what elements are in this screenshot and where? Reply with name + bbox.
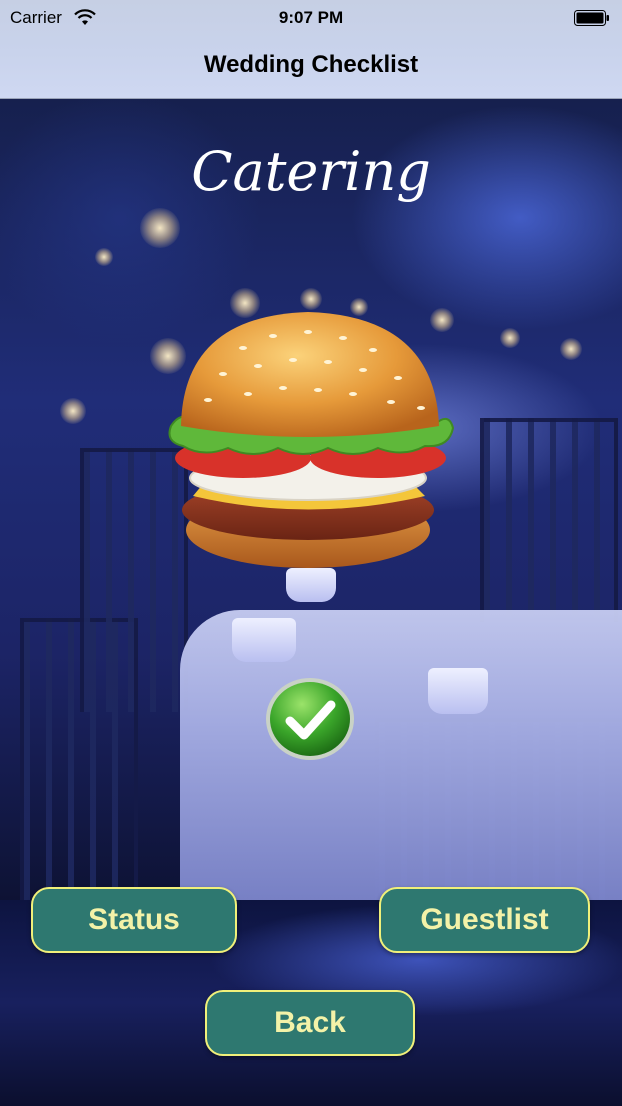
back-button[interactable]: Back [205,990,415,1056]
checkmark-button[interactable] [265,677,355,761]
page-heading: Catering [191,140,431,203]
status-time: 9:07 PM [278,8,344,27]
battery-icon [574,10,609,26]
guestlist-button[interactable]: Guestlist [379,887,590,953]
hamburger-image [168,312,455,568]
app-screen: Carrier 9:07 PM Wedding Checklist Cateri… [0,0,622,1106]
green-checkmark-icon [266,678,354,760]
background-photo [0,98,622,1106]
nav-title: Wedding Checklist [203,51,419,78]
navigation-bar: Carrier 9:07 PM Wedding Checklist [0,0,622,99]
status-button[interactable]: Status [31,887,237,953]
status-bar: Carrier 9:07 PM [0,0,622,36]
